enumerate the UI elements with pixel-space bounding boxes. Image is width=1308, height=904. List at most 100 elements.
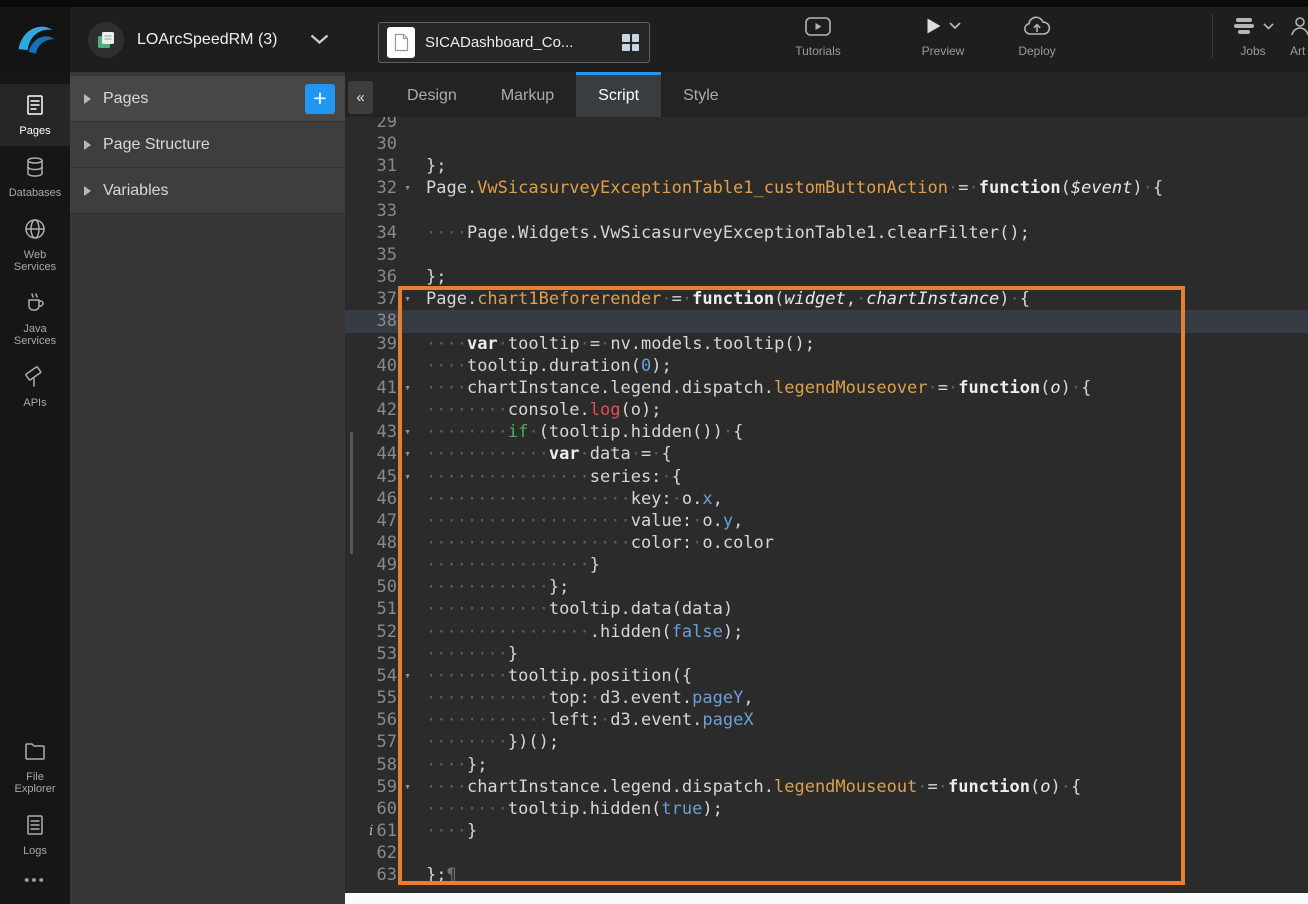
line-number: 34 xyxy=(345,222,397,244)
code-line-47[interactable]: 47····················value:·o.y, xyxy=(345,510,1308,532)
code-line-49[interactable]: 49················} xyxy=(345,554,1308,576)
code-line-62[interactable]: 62 xyxy=(345,842,1308,864)
code-line-29[interactable]: 29 xyxy=(345,117,1308,133)
code-line-36[interactable]: 36}; xyxy=(345,266,1308,288)
fold-gutter xyxy=(397,399,418,421)
code-line-58[interactable]: 58····}; xyxy=(345,754,1308,776)
sidebar-item-java-services[interactable]: Java Services xyxy=(0,282,70,356)
jobs-chevron-down-icon[interactable] xyxy=(1263,23,1274,30)
sidebar-item-apis[interactable]: APIs xyxy=(0,356,70,418)
fold-gutter xyxy=(397,598,418,620)
add-page-button[interactable]: + xyxy=(305,84,335,114)
code-line-43[interactable]: 43▾········if·(tooltip.hidden())·{ xyxy=(345,421,1308,443)
line-number: 37 xyxy=(345,288,397,310)
code-text: ········tooltip.position({ xyxy=(418,665,1308,687)
fold-gutter xyxy=(397,820,418,842)
expander-triangle-icon[interactable] xyxy=(84,94,91,104)
script-editor[interactable]: 293031};32▾Page.VwSicasurveyExceptionTab… xyxy=(345,117,1308,893)
sidebar-item-pages[interactable]: Pages xyxy=(0,84,70,146)
fold-gutter xyxy=(397,222,418,244)
topbar-divider xyxy=(1212,14,1213,58)
code-text: ····················color:·o.color xyxy=(418,532,1308,554)
code-line-33[interactable]: 33 xyxy=(345,200,1308,222)
fold-arrow-icon[interactable]: ▾ xyxy=(397,421,418,443)
code-line-39[interactable]: 39····var·tooltip·=·nv.models.tooltip(); xyxy=(345,333,1308,355)
expander-triangle-icon[interactable] xyxy=(84,186,91,196)
code-line-40[interactable]: 40····tooltip.duration(0); xyxy=(345,355,1308,377)
code-text: }; xyxy=(418,155,1308,177)
fold-arrow-icon[interactable]: ▾ xyxy=(397,288,418,310)
panel-scrollbar[interactable] xyxy=(350,432,353,554)
code-text: ········})(); xyxy=(418,731,1308,753)
preview-chevron-down-icon[interactable] xyxy=(949,22,961,30)
fold-arrow-icon[interactable]: ▾ xyxy=(397,776,418,798)
fold-arrow-icon[interactable]: ▾ xyxy=(397,443,418,465)
line-number: 50 xyxy=(345,576,397,598)
jobs-button[interactable]: Jobs xyxy=(1222,15,1284,58)
fold-gutter xyxy=(397,355,418,377)
code-line-38[interactable]: 38 xyxy=(345,310,1308,332)
code-line-35[interactable]: 35 xyxy=(345,244,1308,266)
tutorials-button[interactable]: Tutorials xyxy=(780,15,856,58)
fold-arrow-icon[interactable]: ▾ xyxy=(397,466,418,488)
code-line-37[interactable]: 37▾Page.chart1Beforerender·=·function(wi… xyxy=(345,288,1308,310)
code-line-44[interactable]: 44▾············var·data·=·{ xyxy=(345,443,1308,465)
tab-design[interactable]: Design xyxy=(385,72,479,117)
code-line-60[interactable]: 60········tooltip.hidden(true); xyxy=(345,798,1308,820)
open-page-tab[interactable]: SICADashboard_Co... xyxy=(378,22,650,63)
fold-arrow-icon[interactable]: ▾ xyxy=(397,377,418,399)
sidebar-item-databases[interactable]: Databases xyxy=(0,146,70,208)
line-number: 33 xyxy=(345,200,397,222)
fold-arrow-icon[interactable]: ▾ xyxy=(397,177,418,199)
code-text: ····················value:·o.y, xyxy=(418,510,1308,532)
code-line-34[interactable]: 34····Page.Widgets.VwSicasurveyException… xyxy=(345,222,1308,244)
code-line-41[interactable]: 41▾····chartInstance.legend.dispatch.leg… xyxy=(345,377,1308,399)
code-line-53[interactable]: 53········} xyxy=(345,643,1308,665)
code-line-59[interactable]: 59▾····chartInstance.legend.dispatch.leg… xyxy=(345,776,1308,798)
code-line-55[interactable]: 55············top:·d3.event.pageY, xyxy=(345,687,1308,709)
line-number: 30 xyxy=(345,133,397,155)
project-selector[interactable]: LOArcSpeedRM (3) xyxy=(88,7,329,72)
project-chevron-down-icon[interactable] xyxy=(310,34,329,45)
code-text xyxy=(418,310,1308,332)
artifacts-label: Art xyxy=(1290,44,1305,58)
code-line-48[interactable]: 48····················color:·o.color xyxy=(345,532,1308,554)
gutter-info-icon[interactable]: i xyxy=(369,820,373,842)
code-line-50[interactable]: 50············}; xyxy=(345,576,1308,598)
panel-section-variables[interactable]: Variables xyxy=(70,168,345,214)
code-line-46[interactable]: 46····················key:·o.x, xyxy=(345,488,1308,510)
collapse-panel-button[interactable]: « xyxy=(348,81,373,114)
code-line-54[interactable]: 54▾········tooltip.position({ xyxy=(345,665,1308,687)
code-line-42[interactable]: 42········console.log(o); xyxy=(345,399,1308,421)
preview-button[interactable]: Preview xyxy=(905,15,981,58)
code-text: Page.chart1Beforerender·=·function(widge… xyxy=(418,288,1308,310)
sidebar-item-more[interactable]: ••• xyxy=(0,866,70,896)
sidebar-item-label: Web Services xyxy=(5,249,65,273)
sidebar-item-file-explorer[interactable]: File Explorer xyxy=(0,730,70,804)
panel-section-pages[interactable]: Pages+ xyxy=(70,76,345,122)
code-line-32[interactable]: 32▾Page.VwSicasurveyExceptionTable1_cust… xyxy=(345,177,1308,199)
expander-triangle-icon[interactable] xyxy=(84,140,91,150)
sidebar-item-logs[interactable]: Logs xyxy=(0,804,70,866)
tab-script[interactable]: Script xyxy=(576,72,661,117)
code-line-63[interactable]: 63};¶ xyxy=(345,864,1308,886)
artifacts-button[interactable]: Art xyxy=(1283,15,1308,58)
wavemaker-logo[interactable] xyxy=(0,7,70,72)
code-line-61[interactable]: i61····} xyxy=(345,820,1308,842)
sidebar-item-web-services[interactable]: Web Services xyxy=(0,208,70,282)
code-line-56[interactable]: 56············left:·d3.event.pageX xyxy=(345,709,1308,731)
tab-markup[interactable]: Markup xyxy=(479,72,576,117)
code-line-30[interactable]: 30 xyxy=(345,133,1308,155)
code-line-31[interactable]: 31}; xyxy=(345,155,1308,177)
panel-section-page-structure[interactable]: Page Structure xyxy=(70,122,345,168)
code-line-45[interactable]: 45▾················series:·{ xyxy=(345,466,1308,488)
page-layout-grid-icon[interactable] xyxy=(622,34,639,51)
tab-style[interactable]: Style xyxy=(661,72,741,117)
code-line-57[interactable]: 57········})(); xyxy=(345,731,1308,753)
deploy-button[interactable]: Deploy xyxy=(999,15,1075,58)
fold-gutter xyxy=(397,532,418,554)
code-line-52[interactable]: 52················.hidden(false); xyxy=(345,621,1308,643)
code-line-51[interactable]: 51············tooltip.data(data) xyxy=(345,598,1308,620)
sidebar-item-label: File Explorer xyxy=(5,771,65,795)
fold-arrow-icon[interactable]: ▾ xyxy=(397,665,418,687)
